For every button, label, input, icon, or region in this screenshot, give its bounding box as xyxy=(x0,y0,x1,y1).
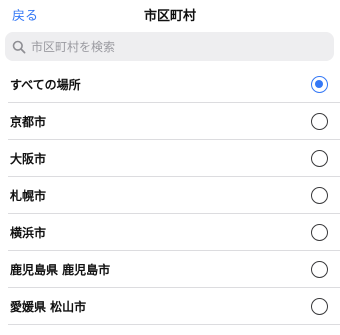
location-label: 鹿児島県 鹿児島市 xyxy=(10,263,111,277)
location-list: すべての場所 京都市 大阪市 札幌市 横浜市 鹿児島県 鹿児島市 愛媛県 松山市 xyxy=(0,66,340,325)
location-label: 京都市 xyxy=(10,115,47,129)
radio-unselected-icon[interactable] xyxy=(311,113,328,130)
radio-unselected-icon[interactable] xyxy=(311,224,328,241)
location-row[interactable]: 愛媛県 松山市 xyxy=(0,288,340,325)
location-label: 横浜市 xyxy=(10,226,47,240)
location-row[interactable]: 京都市 xyxy=(0,103,340,140)
location-label: 愛媛県 松山市 xyxy=(10,300,87,314)
radio-unselected-icon[interactable] xyxy=(311,187,328,204)
location-row[interactable]: 大阪市 xyxy=(0,140,340,177)
search-bar[interactable] xyxy=(5,32,334,61)
location-row[interactable]: 横浜市 xyxy=(0,214,340,251)
radio-selected-icon[interactable] xyxy=(311,76,328,93)
radio-unselected-icon[interactable] xyxy=(311,298,328,315)
city-picker-screen: 戻る 市区町村 すべての場所 京都市 大阪市 札幌市 横浜市 xyxy=(0,0,340,335)
search-input[interactable] xyxy=(29,32,334,61)
location-row[interactable]: 札幌市 xyxy=(0,177,340,214)
radio-unselected-icon[interactable] xyxy=(311,261,328,278)
nav-bar: 戻る 市区町村 xyxy=(0,0,340,28)
location-label: 札幌市 xyxy=(10,189,47,203)
location-label: すべての場所 xyxy=(10,78,81,92)
location-label: 大阪市 xyxy=(10,152,47,166)
search-icon xyxy=(9,37,29,57)
page-title: 市区町村 xyxy=(143,9,196,24)
radio-unselected-icon[interactable] xyxy=(311,150,328,167)
location-row[interactable]: すべての場所 xyxy=(0,66,340,103)
location-row[interactable]: 鹿児島県 鹿児島市 xyxy=(0,251,340,288)
